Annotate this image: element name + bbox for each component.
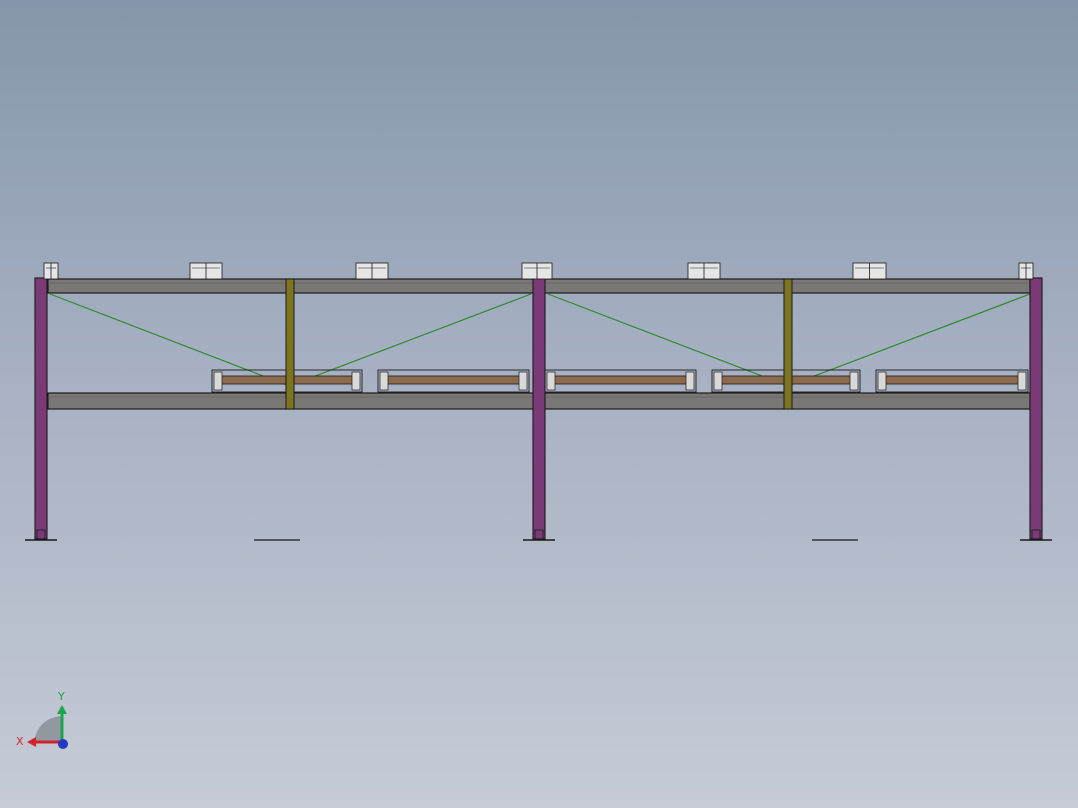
main-column-3 xyxy=(1029,277,1043,540)
tray-clamp-right-3 xyxy=(685,371,695,391)
y-axis-arrow xyxy=(57,705,67,714)
mid-post-1 xyxy=(285,278,295,410)
y-axis-label: Y xyxy=(57,690,65,703)
brace-2 xyxy=(288,293,532,387)
tray-3 xyxy=(552,375,689,385)
tray-clamp-left-3 xyxy=(546,371,556,391)
tray-clamp-left-2 xyxy=(379,371,389,391)
main-column-2 xyxy=(532,277,546,540)
tray-clamp-right-2 xyxy=(518,371,528,391)
tray-2 xyxy=(385,375,522,385)
x-axis-arrow xyxy=(27,737,36,747)
brace-3 xyxy=(547,293,789,387)
cad-viewport[interactable]: Y X xyxy=(0,0,1078,808)
brace-1 xyxy=(49,293,290,387)
mid-post-2 xyxy=(783,278,793,410)
tray-clamp-left-5 xyxy=(877,371,887,391)
triad-plane-shading xyxy=(34,716,62,742)
brace-4 xyxy=(787,293,1031,387)
z-axis-point xyxy=(58,739,68,749)
steel-frame-model xyxy=(25,262,1052,541)
main-column-1 xyxy=(34,277,48,540)
frame-elevation-drawing: Y X xyxy=(16,262,1052,749)
tray-clamp-right-1 xyxy=(351,371,361,391)
axis-triad: Y X xyxy=(16,690,68,749)
x-axis-label: X xyxy=(16,735,24,748)
tray-clamp-right-5 xyxy=(1017,371,1027,391)
tray-clamp-right-4 xyxy=(849,371,859,391)
tray-clamp-left-4 xyxy=(713,371,723,391)
tray-5 xyxy=(883,375,1021,385)
tray-clamp-left-1 xyxy=(213,371,223,391)
